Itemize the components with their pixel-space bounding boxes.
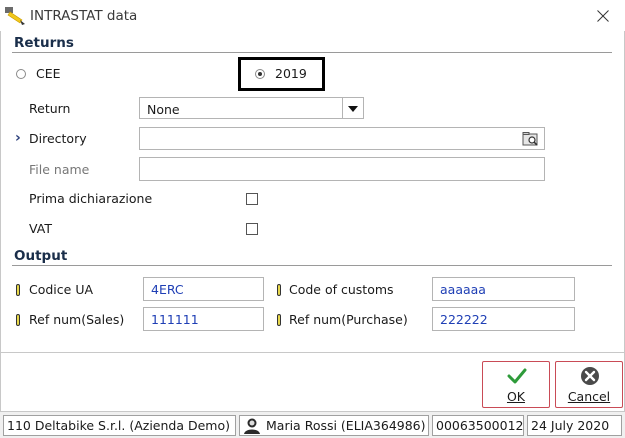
user-avatar-icon	[243, 417, 261, 435]
code-of-customs-label: Code of customs	[289, 282, 394, 297]
intrastat-app-icon	[4, 6, 26, 26]
status-code: 00063500012	[432, 415, 524, 436]
return-label: Return	[29, 101, 71, 116]
radio-cee-label: CEE	[36, 66, 61, 81]
directory-input[interactable]	[139, 127, 545, 150]
cancel-button[interactable]: Cancel	[555, 361, 623, 408]
window-title: INTRASTAT data	[30, 8, 138, 24]
ok-button[interactable]: OK	[482, 361, 550, 408]
window-border-left	[0, 31, 1, 438]
chevron-down-icon	[348, 105, 358, 112]
radio-2019-label: 2019	[275, 66, 307, 81]
return-select[interactable]: None	[139, 97, 364, 119]
required-marker-icon	[277, 314, 281, 326]
required-marker-icon	[277, 284, 281, 296]
required-marker-icon	[16, 284, 20, 296]
status-user: Maria Rossi (ELIA364986)	[239, 415, 429, 436]
cancel-x-icon	[580, 366, 600, 389]
returns-section-title: Returns	[14, 35, 74, 51]
prima-dichiarazione-label: Prima dichiarazione	[29, 191, 153, 206]
ref-num-purchase-input[interactable]: 222222	[432, 307, 575, 331]
ref-num-purchase-label: Ref num(Purchase)	[289, 312, 408, 327]
prima-dichiarazione-checkbox[interactable]	[246, 193, 258, 205]
ref-num-purchase-value: 222222	[440, 312, 488, 327]
codice-ua-input[interactable]: 4ERC	[143, 277, 264, 301]
code-of-customs-input[interactable]: aaaaaa	[432, 277, 575, 301]
file-name-input[interactable]	[139, 157, 545, 181]
footer-divider	[0, 352, 625, 353]
folder-search-icon	[522, 132, 538, 146]
file-name-label: File name	[29, 162, 90, 177]
cancel-button-label-text: Cancel	[567, 389, 611, 404]
radio-cee[interactable]: CEE	[16, 66, 76, 82]
browse-folder-button[interactable]	[522, 131, 540, 147]
status-date: 24 July 2020	[527, 415, 622, 436]
vat-checkbox[interactable]	[246, 223, 258, 235]
directory-label: Directory	[29, 131, 87, 146]
status-bar: 110 Deltabike S.r.l. (Azienda Demo) Mari…	[0, 411, 625, 438]
required-chevron-icon: ›	[15, 130, 21, 146]
ok-button-label: OK	[506, 389, 526, 404]
status-user-text: Maria Rossi (ELIA364986)	[266, 418, 426, 433]
radio-2019[interactable]: 2019	[255, 66, 315, 82]
codice-ua-label: Codice UA	[29, 282, 94, 297]
output-section-divider	[12, 265, 612, 266]
radio-cee-circle[interactable]	[16, 69, 26, 79]
code-of-customs-value: aaaaaa	[440, 282, 486, 297]
returns-section-divider	[12, 52, 612, 53]
return-select-value: None	[147, 102, 180, 117]
output-section-title: Output	[14, 248, 68, 264]
check-icon	[507, 367, 527, 388]
radio-2019-selected-dot	[258, 72, 262, 76]
radio-2019-circle[interactable]	[255, 69, 265, 79]
cancel-button-label: Cancel	[556, 389, 622, 404]
close-button[interactable]	[589, 2, 617, 30]
required-marker-icon	[16, 314, 20, 326]
codice-ua-value: 4ERC	[151, 282, 184, 297]
ref-num-sales-input[interactable]: 111111	[143, 307, 264, 331]
close-icon	[597, 10, 609, 22]
vat-label: VAT	[29, 221, 52, 236]
ref-num-sales-label: Ref num(Sales)	[29, 312, 125, 327]
status-company: 110 Deltabike S.r.l. (Azienda Demo)	[3, 415, 236, 436]
ref-num-sales-value: 111111	[151, 312, 199, 327]
title-bar: INTRASTAT data	[0, 0, 625, 31]
return-dropdown-button[interactable]	[342, 98, 363, 119]
